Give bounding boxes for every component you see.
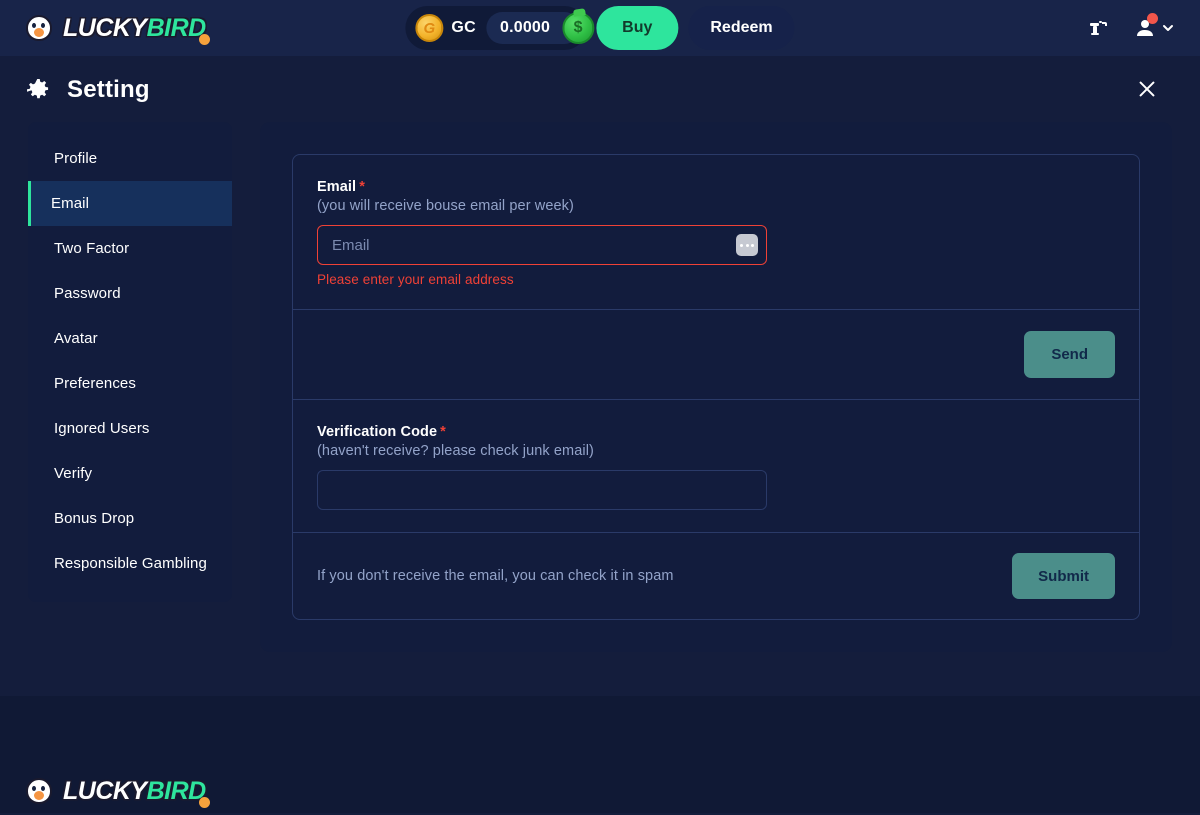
verification-hint: (haven't receive? please check junk emai…: [317, 443, 594, 459]
email-label: Email *: [317, 179, 1115, 195]
header-balance-area: G GC 0.0000 $ Buy Redeem: [405, 6, 795, 50]
submit-button[interactable]: Submit: [1012, 553, 1115, 599]
email-input[interactable]: [317, 225, 767, 265]
balance-display[interactable]: 0.0000 $: [485, 12, 595, 44]
sidebar-item-email[interactable]: Email: [28, 181, 232, 226]
sidebar-item-responsible-gambling[interactable]: Responsible Gambling: [28, 541, 232, 586]
brand-dot-icon: [198, 33, 210, 45]
sidebar-item-label: Profile: [54, 150, 98, 167]
sidebar-item-label: Ignored Users: [54, 420, 150, 437]
required-marker: *: [359, 179, 365, 195]
footer-brand-wordmark: LUCKY BIRD: [63, 776, 210, 808]
verification-input-wrap: [317, 470, 767, 510]
sidebar-item-ignored-users[interactable]: Ignored Users: [28, 406, 232, 451]
email-error-message: Please enter your email address: [317, 272, 514, 287]
money-bag-icon: $: [562, 12, 595, 44]
bird-logo-icon: [24, 13, 54, 43]
spam-note: If you don't receive the email, you can …: [317, 568, 674, 584]
sidebar-item-profile[interactable]: Profile: [28, 136, 232, 181]
sidebar-item-label: Responsible Gambling: [54, 555, 207, 572]
sidebar-item-label: Two Factor: [54, 240, 130, 257]
footer-brand-logo[interactable]: LUCKY BIRD: [24, 773, 210, 809]
currency-label: GC: [451, 19, 476, 36]
sidebar-item-label: Bonus Drop: [54, 510, 135, 527]
sidebar-item-two-factor[interactable]: Two Factor: [28, 226, 232, 271]
brand-wordmark: LUCKY BIRD: [63, 13, 210, 45]
verification-code-input[interactable]: [317, 470, 767, 510]
header-actions: [1087, 13, 1176, 40]
page-footer: LUCKY BIRD: [0, 696, 1200, 813]
brand-name-part1: LUCKY: [63, 776, 147, 805]
verification-label-text: Verification Code: [317, 424, 438, 440]
setting-header: Setting: [0, 56, 1200, 122]
sidebar-item-avatar[interactable]: Avatar: [28, 316, 232, 361]
sidebar-item-label: Verify: [54, 465, 93, 482]
close-icon[interactable]: [1130, 72, 1164, 106]
email-settings-panel: Email * (you will receive bouse email per…: [260, 122, 1172, 652]
brand-name-part2: BIRD: [146, 776, 207, 805]
chevron-down-icon: [1163, 25, 1173, 31]
email-label-text: Email: [317, 179, 357, 195]
gc-coin-icon: G: [415, 14, 444, 42]
buy-button[interactable]: Buy: [596, 6, 679, 50]
brand-logo[interactable]: LUCKY BIRD: [24, 10, 210, 46]
send-row: Send: [293, 310, 1139, 400]
gear-icon: [26, 78, 51, 103]
sidebar-item-preferences[interactable]: Preferences: [28, 361, 232, 406]
sidebar-item-label: Password: [54, 285, 121, 302]
settings-sidebar: Profile Email Two Factor Password Avatar…: [28, 122, 232, 602]
sidebar-item-bonus-drop[interactable]: Bonus Drop: [28, 496, 232, 541]
balance-pill[interactable]: G GC 0.0000 $: [405, 6, 595, 50]
submit-row: If you don't receive the email, you can …: [293, 533, 1139, 619]
email-field-section: Email * (you will receive bouse email per…: [293, 155, 1139, 310]
redeem-button[interactable]: Redeem: [688, 6, 795, 50]
brand-name-part2: BIRD: [146, 13, 207, 42]
email-form-card: Email * (you will receive bouse email per…: [292, 154, 1140, 620]
sidebar-item-label: Avatar: [54, 330, 98, 347]
required-marker: *: [440, 424, 446, 440]
user-menu[interactable]: [1133, 13, 1176, 40]
autofill-dots-icon[interactable]: [736, 234, 758, 256]
send-button[interactable]: Send: [1024, 331, 1115, 378]
email-input-wrap: [317, 225, 767, 265]
setting-content: Profile Email Two Factor Password Avatar…: [0, 122, 1200, 652]
sidebar-item-verify[interactable]: Verify: [28, 451, 232, 496]
verification-code-section: Verification Code * (haven't receive? ple…: [293, 400, 1139, 533]
sidebar-item-label: Preferences: [54, 375, 136, 392]
balance-amount: 0.0000: [499, 19, 551, 36]
faucet-icon[interactable]: [1087, 16, 1111, 40]
top-header: LUCKY BIRD G GC 0.0000 $ Buy Redeem: [0, 0, 1200, 56]
page-title: Setting: [67, 76, 150, 103]
email-hint: (you will receive bouse email per week): [317, 198, 574, 214]
brand-dot-icon: [198, 796, 210, 808]
bird-logo-icon: [24, 776, 54, 806]
notification-dot: [1147, 13, 1158, 24]
brand-name-part1: LUCKY: [63, 13, 147, 42]
verification-label: Verification Code *: [317, 424, 1115, 440]
sidebar-item-label: Email: [51, 195, 90, 212]
sidebar-item-password[interactable]: Password: [28, 271, 232, 316]
